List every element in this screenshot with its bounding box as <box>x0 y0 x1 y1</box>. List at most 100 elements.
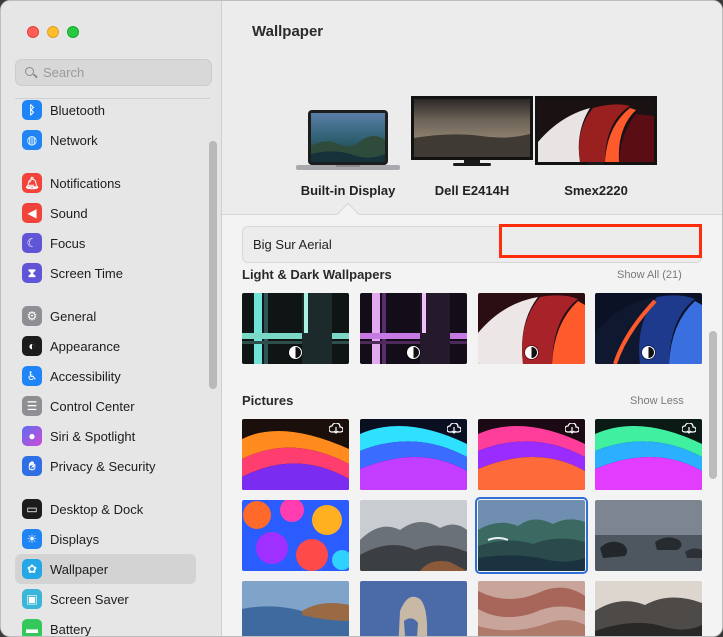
wallpaper-thumb[interactable] <box>478 419 585 490</box>
display-dell[interactable] <box>411 96 533 167</box>
wallpaper-image <box>478 581 585 636</box>
screensaver-icon: ▣ <box>22 589 42 609</box>
settings-window: Search ᛒ Bluetooth ◍ Network 🔔︎ Notifica… <box>0 0 723 637</box>
hourglass-icon: ⧗ <box>22 263 42 283</box>
bell-icon: 🔔︎ <box>22 173 42 193</box>
sidebar-item-label: Appearance <box>50 338 121 354</box>
content-scrollbar[interactable] <box>709 331 717 479</box>
hand-icon: ✋︎ <box>22 456 42 476</box>
siri-icon: ● <box>22 426 42 446</box>
sidebar-item-focus[interactable]: ☾ Focus <box>15 228 196 258</box>
monitor-icon <box>411 96 533 166</box>
bluetooth-icon: ᛒ <box>22 100 42 120</box>
wallpaper-thumb[interactable] <box>360 419 467 490</box>
dock-icon: ▭ <box>22 499 42 519</box>
moon-icon: ☾ <box>22 233 42 253</box>
wallpaper-thumb[interactable] <box>242 581 349 636</box>
wallpaper-thumb[interactable] <box>595 293 702 364</box>
sun-icon: ☀ <box>22 529 42 549</box>
sidebar-item-accessibility[interactable]: ♿︎ Accessibility <box>15 361 196 391</box>
sidebar-item-screen-time[interactable]: ⧗ Screen Time <box>15 258 196 288</box>
sidebar-item-label: Displays <box>50 531 100 547</box>
sidebar-item-label: Privacy & Security <box>50 458 156 474</box>
flower-icon: ✿ <box>22 559 42 579</box>
wallpaper-scroll-area[interactable]: Light & Dark Wallpapers Show All (21) Pi… <box>222 263 722 636</box>
sidebar-item-label: Focus <box>50 235 86 251</box>
sidebar-item-label: Screen Saver <box>50 591 129 607</box>
gear-icon: ⚙ <box>22 306 42 326</box>
wallpaper-thumb[interactable] <box>360 581 467 636</box>
sidebar-item-displays[interactable]: ☀ Displays <box>15 524 196 554</box>
sidebar-item-sound[interactable]: ◀ Sound <box>15 198 196 228</box>
sidebar-item-label: Control Center <box>50 398 135 414</box>
sidebar-item-screen-saver[interactable]: ▣ Screen Saver <box>15 584 196 614</box>
wallpaper-image <box>360 500 467 571</box>
light-dark-badge-icon <box>407 346 420 359</box>
zoom-window-button[interactable] <box>67 26 79 38</box>
laptop-icon <box>296 110 400 170</box>
wallpaper-thumb[interactable] <box>478 293 585 364</box>
wallpaper-image <box>242 500 349 571</box>
sidebar-item-wallpaper[interactable]: ✿ Wallpaper <box>15 554 196 584</box>
display-built-in[interactable] <box>296 110 400 172</box>
sidebar-item-siri-spotlight[interactable]: ● Siri & Spotlight <box>15 421 196 451</box>
speaker-icon: ◀ <box>22 203 42 223</box>
sidebar-item-desktop-dock[interactable]: ▭ Desktop & Dock <box>15 494 196 524</box>
wallpaper-thumb[interactable] <box>595 581 702 636</box>
wallpaper-image <box>595 581 702 636</box>
sidebar-item-label: Desktop & Dock <box>50 501 144 517</box>
wallpaper-name-value: Big Sur Aerial <box>253 237 332 252</box>
sidebar-item-appearance[interactable]: ◐ Appearance <box>15 331 196 361</box>
monitor-icon <box>535 96 657 165</box>
sidebar-item-privacy-security[interactable]: ✋︎ Privacy & Security <box>15 451 196 481</box>
sidebar-item-label: Sound <box>50 205 88 221</box>
wallpaper-thumb[interactable] <box>595 419 702 490</box>
sidebar-item-label: Network <box>50 132 98 148</box>
wallpaper-thumb[interactable] <box>478 581 585 636</box>
sidebar-item-control-center[interactable]: ☰ Control Center <box>15 391 196 421</box>
battery-icon: ▬ <box>22 619 42 636</box>
light-dark-badge-icon <box>525 346 538 359</box>
close-window-button[interactable] <box>27 26 39 38</box>
search-icon <box>25 66 37 79</box>
wallpaper-thumb[interactable] <box>242 500 349 571</box>
appearance-icon: ◐ <box>22 336 42 356</box>
download-icon <box>447 423 461 434</box>
sidebar-item-notifications[interactable]: 🔔︎ Notifications <box>15 168 196 198</box>
sidebar-item-battery[interactable]: ▬ Battery <box>15 614 196 637</box>
download-icon <box>682 423 696 434</box>
wallpaper-image <box>360 581 467 636</box>
light-dark-badge-icon <box>289 346 302 359</box>
wallpaper-thumb[interactable] <box>242 419 349 490</box>
minimize-window-button[interactable] <box>47 26 59 38</box>
sidebar-item-general[interactable]: ⚙ General <box>15 301 196 331</box>
main-pane: Wallpaper Built-in Display Dell E2414H S… <box>222 1 722 636</box>
wallpaper-thumb[interactable] <box>595 500 702 571</box>
search-placeholder: Search <box>43 65 85 80</box>
display-selector: Wallpaper Built-in Display Dell E2414H S… <box>222 1 722 215</box>
sidebar-scrollbar[interactable] <box>209 141 217 389</box>
show-all-link[interactable]: Show All (21) <box>617 269 682 281</box>
sidebar-item-bluetooth[interactable]: ᛒ Bluetooth <box>15 95 196 125</box>
toggles-icon: ☰ <box>22 396 42 416</box>
display-label-built-in: Built-in Display <box>300 183 396 198</box>
section-heading-light-dark: Light & Dark Wallpapers <box>242 267 392 282</box>
page-title: Wallpaper <box>252 23 324 40</box>
sidebar-item-label: General <box>50 308 97 324</box>
show-less-link[interactable]: Show Less <box>630 395 684 407</box>
sidebar-item-label: Bluetooth <box>50 102 105 118</box>
search-input[interactable]: Search <box>15 59 212 86</box>
sidebar-item-label: Battery <box>50 621 92 637</box>
globe-icon: ◍ <box>22 130 42 150</box>
wallpaper-thumb[interactable] <box>242 293 349 364</box>
wallpaper-thumb[interactable] <box>360 500 467 571</box>
display-smex[interactable] <box>535 96 657 167</box>
sidebar-item-network[interactable]: ◍ Network <box>15 125 196 155</box>
wallpaper-thumb-selected[interactable] <box>475 497 588 574</box>
sidebar-item-label: Siri & Spotlight <box>50 428 136 444</box>
wallpaper-image <box>478 500 585 571</box>
display-label-smex: Smex2220 <box>564 183 628 198</box>
highlight-annotation-box <box>499 224 702 258</box>
wallpaper-thumb[interactable] <box>360 293 467 364</box>
sidebar-item-label: Notifications <box>50 175 121 191</box>
